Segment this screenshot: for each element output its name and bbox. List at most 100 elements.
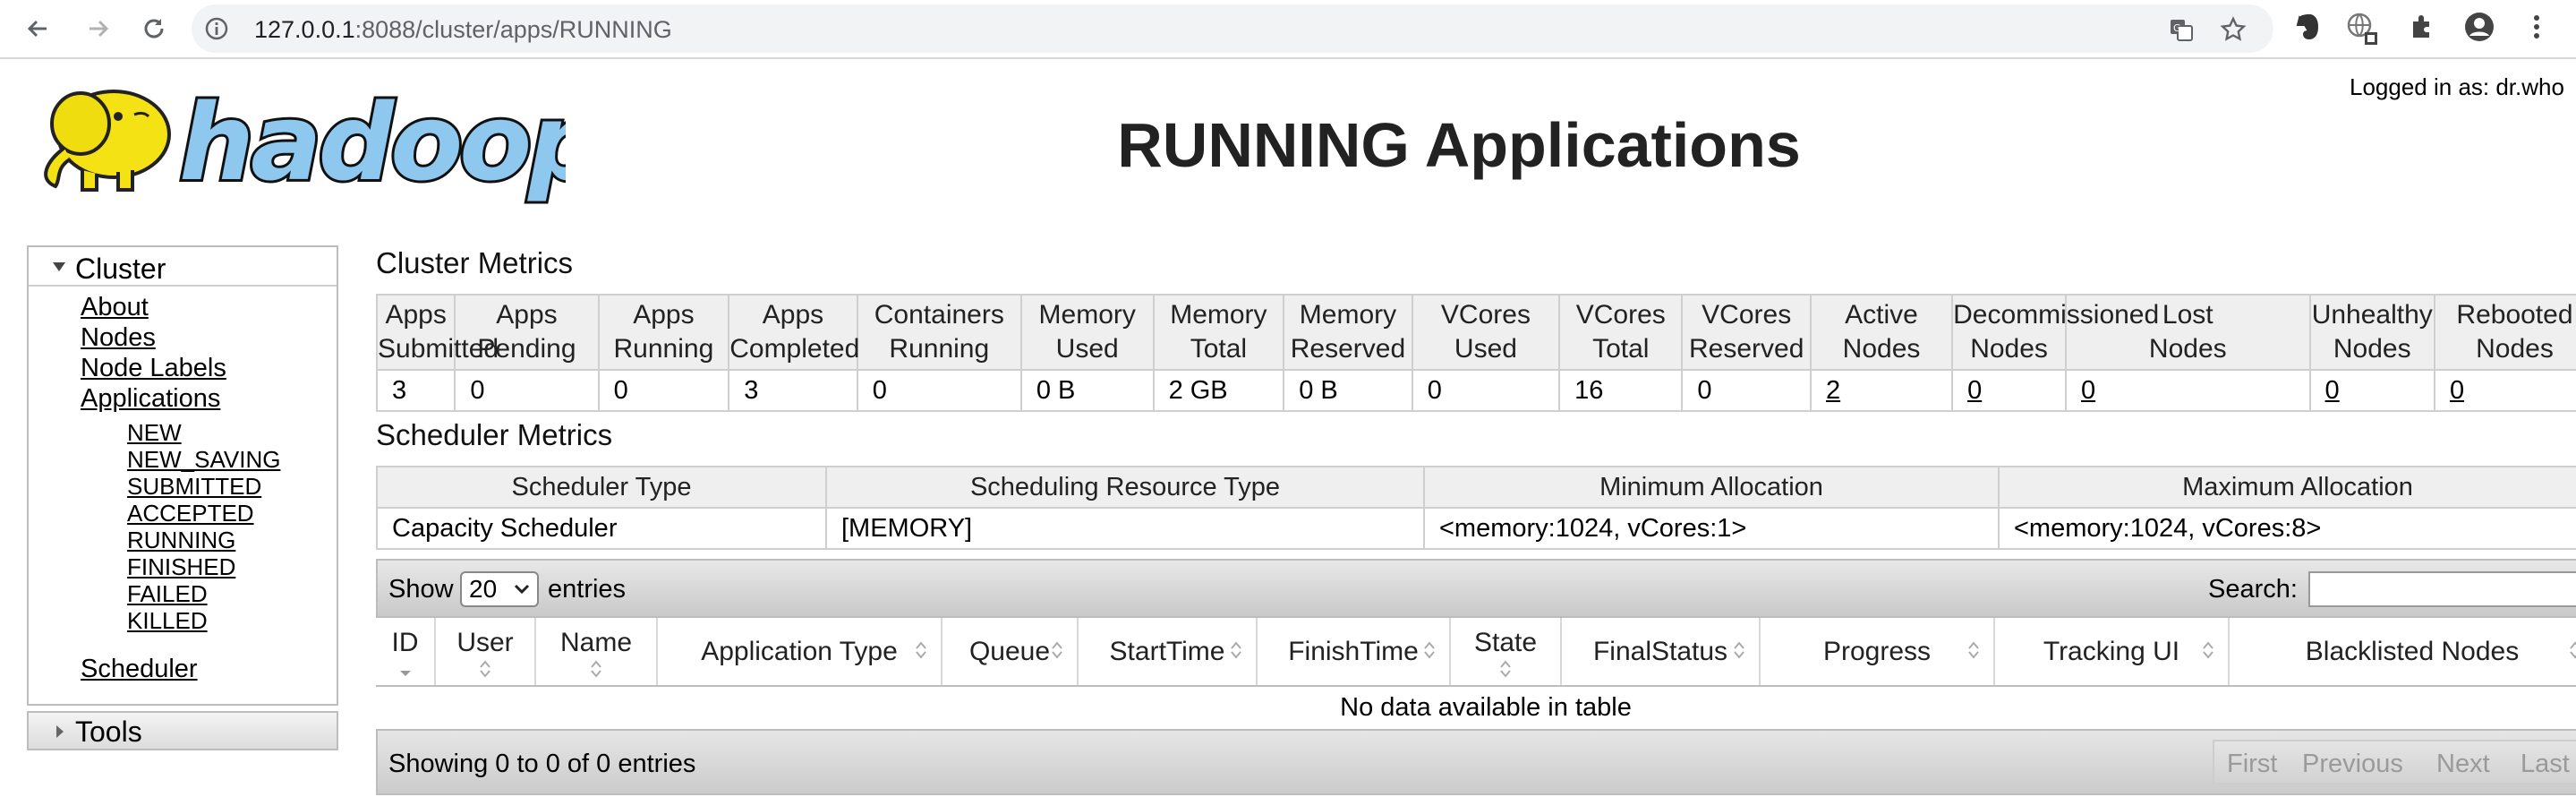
extension-globe-icon[interactable] [2345,11,2381,47]
metric-header-line: Nodes [2333,334,2411,364]
metric-link[interactable]: 0 [1967,376,1982,405]
metric-cell: 0 [454,370,600,412]
metric-cell: 0 [2065,370,2311,412]
more-menu-icon[interactable] [2528,11,2546,43]
metric-header: Apps Running [597,294,730,371]
nav-app-running[interactable]: RUNNING [127,527,235,553]
metric-header-line: Used [1055,334,1119,364]
sort-icon [1968,641,1979,659]
metric-header: Memory Reserved [1283,294,1413,371]
metric-link[interactable]: 0 [2081,376,2095,405]
url-text[interactable]: 127.0.0.1:8088/cluster/apps/RUNNING [254,16,672,43]
metric-cell: 0 [597,370,730,412]
metric-header: Apps Completed [728,294,859,371]
nav-app-new[interactable]: NEW [127,419,182,446]
info-icon[interactable] [204,16,229,41]
column-header[interactable]: Queue [942,618,1079,687]
svg-text:G: G [2173,22,2181,34]
metric-cell: 0 [856,370,1022,412]
metric-link[interactable]: 2 [1826,376,1840,405]
column-header[interactable]: FinalStatus [1561,618,1761,687]
pager-next-button[interactable]: Next [2436,749,2490,779]
column-header[interactable]: StartTime [1078,618,1258,687]
apps-table-footer: Showing 0 to 0 of 0 entries First Previo… [376,729,2576,795]
forward-button[interactable] [79,9,118,48]
metric-header-line: Total [1592,334,1650,364]
nav-app-submitted[interactable]: SUBMITTED [127,473,261,500]
metric-header-line: Apps [633,300,695,330]
nav-app-finished[interactable]: FINISHED [127,553,235,580]
search-input[interactable] [2308,571,2576,607]
metric-header-line: Memory [1299,300,1397,330]
column-header[interactable]: Name [535,618,658,687]
cluster-nav-header[interactable]: Cluster [29,247,337,287]
nav-scheduler[interactable]: Scheduler [81,654,198,684]
sort-icon [2570,641,2576,659]
nav-about[interactable]: About [81,292,149,322]
metric-value: 3 [392,375,407,405]
sched-header: Scheduler Type [376,466,827,509]
metric-header-line: Total [1190,334,1248,364]
column-header[interactable]: FinishTime [1257,618,1451,687]
metric-header-line: Unhealthy [2311,300,2433,330]
metric-header: Rebooted Nodes [2433,294,2576,371]
entries-label: entries [548,575,627,604]
star-icon[interactable] [2220,16,2247,43]
sort-icon [480,660,490,678]
metric-link[interactable]: 0 [2450,376,2464,405]
nav-applications[interactable]: Applications [81,383,220,414]
pager-previous-button[interactable]: Previous [2302,749,2403,779]
apps-table-toolbar: Show 20 entries Search: [376,559,2576,618]
metric-header: VCores Used [1411,294,1561,371]
metric-value: 0 [1697,375,1712,405]
column-label: FinalStatus [1592,636,1728,666]
sched-cell: <memory:1024, vCores:1> [1423,508,2000,550]
sched-header: Scheduling Resource Type [825,466,1425,509]
sort-icon [591,660,601,678]
scheduler-metrics-table: Scheduler Type Scheduling Resource Type … [376,466,2576,550]
page-size-select[interactable]: 20 [460,571,539,607]
address-bar[interactable]: 127.0.0.1:8088/cluster/apps/RUNNING G [192,4,2273,53]
nav-app-failed[interactable]: FAILED [127,580,208,607]
sort-icon [2203,641,2213,659]
metric-header-line: VCores [1702,300,1792,330]
column-header[interactable]: User [435,618,536,687]
metric-header-line: Rebooted [2456,300,2573,330]
metric-header-line: Active [1845,300,1918,330]
translate-icon[interactable]: G [2168,16,2195,43]
evernote-icon[interactable] [2291,11,2324,43]
sched-cell: <memory:1024, vCores:8> [1998,508,2576,550]
metric-cell: 0 [2308,370,2435,412]
sort-icon [1424,641,1435,659]
nav-app-new-saving[interactable]: NEW_SAVING [127,446,280,473]
nav-node-labels[interactable]: Node Labels [81,353,226,383]
back-button[interactable] [18,9,57,48]
column-header[interactable]: Tracking UI [1994,618,2230,687]
column-header[interactable]: Progress [1760,618,1995,687]
metric-header-line: Nodes [2476,334,2554,364]
sched-header: Maximum Allocation [1998,466,2576,509]
nav-app-accepted[interactable]: ACCEPTED [127,500,254,527]
profile-avatar-icon[interactable] [2463,11,2495,43]
logged-in-label: Logged in as: dr.who [2350,73,2564,100]
caret-right-icon [56,725,64,738]
table-info: Showing 0 to 0 of 0 entries [388,750,696,778]
column-label: User [456,627,514,657]
column-header[interactable]: Application Type [657,618,943,687]
column-header[interactable]: ID [376,618,436,687]
tools-nav-label: Tools [75,716,142,748]
reload-button[interactable] [134,9,174,48]
nav-nodes[interactable]: Nodes [81,322,156,353]
pager-last-button[interactable]: Last [2521,749,2570,779]
nav-app-killed[interactable]: KILLED [127,607,208,634]
puzzle-extensions-icon[interactable] [2408,11,2438,41]
pager-first-button[interactable]: First [2227,749,2277,779]
sort-icon [1734,641,1744,659]
column-header[interactable]: State [1450,618,1562,687]
metric-header: Memory Used [1019,294,1155,371]
metric-header: Unhealthy Nodes [2308,294,2435,371]
metric-header-line: Reserved [1290,334,1406,364]
tools-nav-header[interactable]: Tools [27,711,338,750]
metric-link[interactable]: 0 [2325,376,2340,405]
column-header[interactable]: Blacklisted Nodes [2229,618,2576,687]
